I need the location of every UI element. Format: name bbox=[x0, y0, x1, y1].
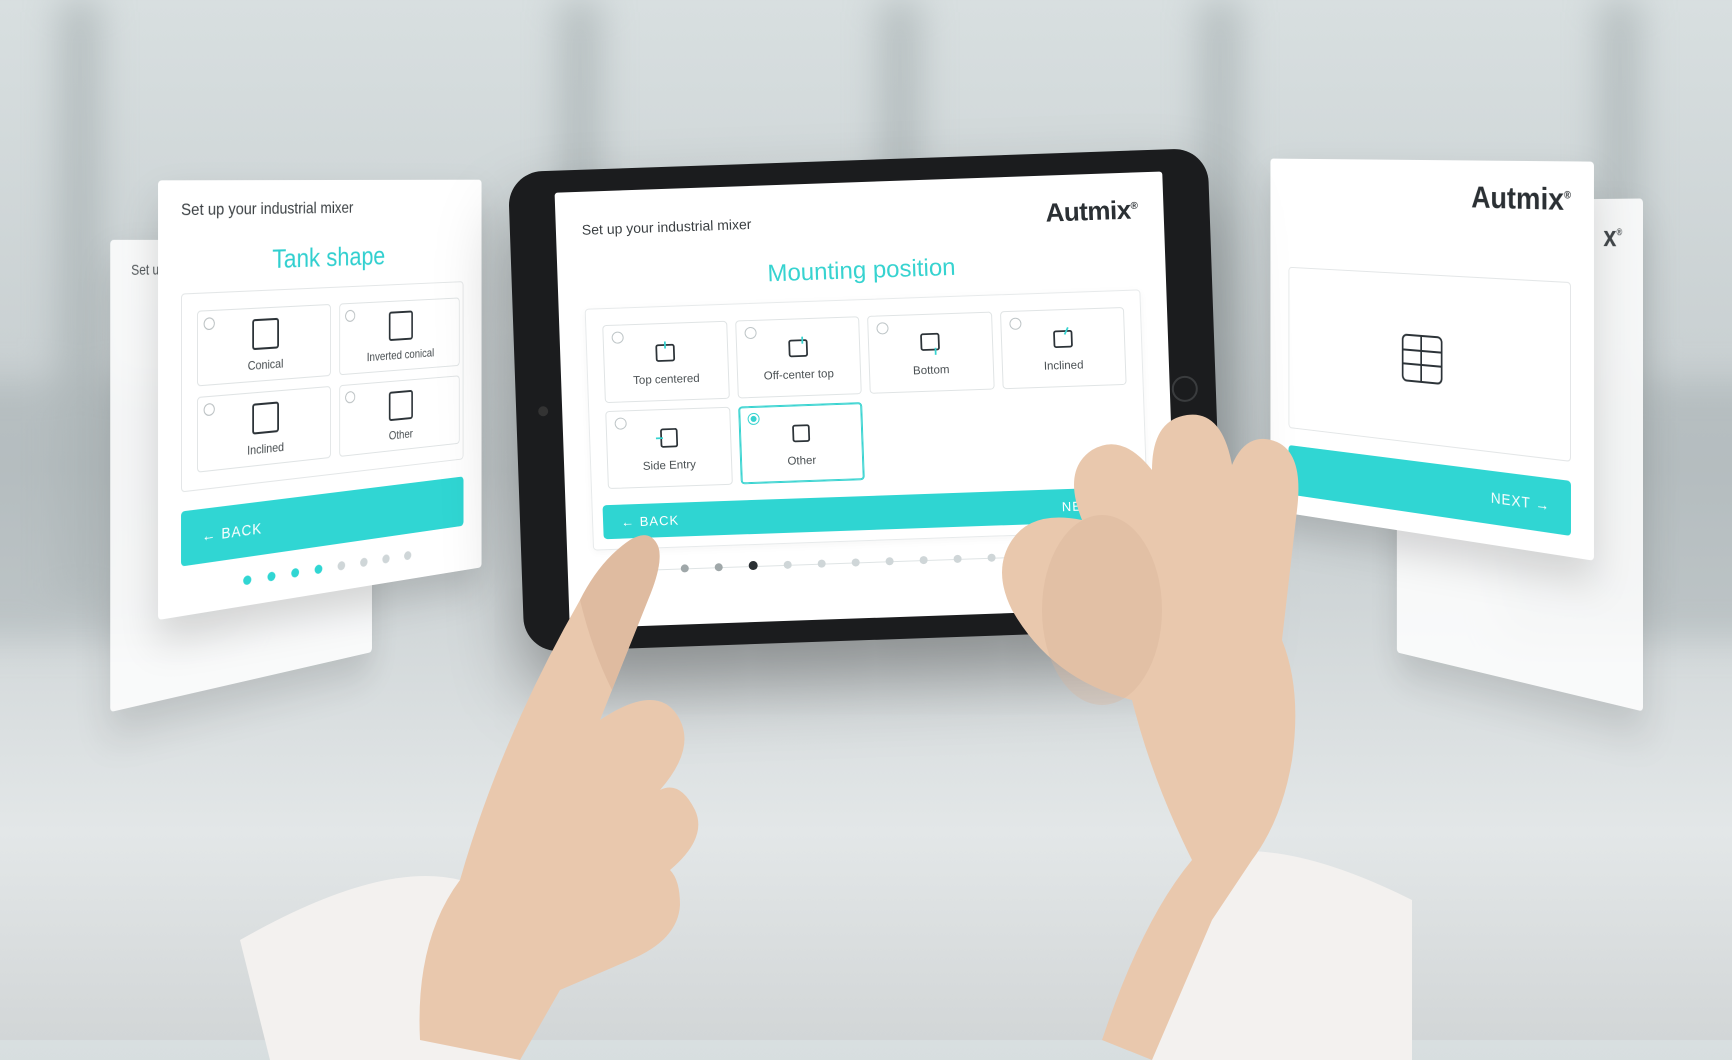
radio-icon bbox=[611, 331, 623, 343]
off-center-top-icon bbox=[783, 333, 812, 362]
radio-icon bbox=[1009, 318, 1021, 330]
section-title: Mounting position bbox=[583, 247, 1140, 294]
bottom-icon bbox=[916, 328, 945, 357]
hand-right bbox=[852, 360, 1412, 1060]
top-centered-icon bbox=[651, 337, 680, 366]
option-top-centered[interactable]: Top centered bbox=[602, 321, 729, 403]
option-off-center-top[interactable]: Off-center top bbox=[735, 316, 862, 398]
brand-logo: Autmix® bbox=[1471, 181, 1571, 219]
next-button[interactable]: NEXT bbox=[1491, 489, 1550, 515]
radio-icon bbox=[744, 327, 756, 339]
other-icon bbox=[389, 390, 413, 421]
hand-left bbox=[240, 420, 860, 1060]
radio-icon bbox=[876, 322, 888, 334]
setup-label: Set up your industrial mixer bbox=[181, 199, 463, 221]
setup-label: Set up your industrial mixer bbox=[582, 215, 752, 237]
section-title: Tank shape bbox=[181, 239, 463, 279]
conical-icon bbox=[252, 318, 279, 350]
option-conical[interactable]: Conical bbox=[197, 304, 331, 386]
brand-logo: Autmix® bbox=[1045, 194, 1138, 228]
header: Set up your industrial mixer Autmix® bbox=[581, 194, 1138, 244]
option-inverted-conical[interactable]: Inverted conical bbox=[339, 297, 459, 375]
inclined-icon bbox=[1048, 324, 1077, 353]
inverted-conical-icon bbox=[389, 310, 413, 341]
